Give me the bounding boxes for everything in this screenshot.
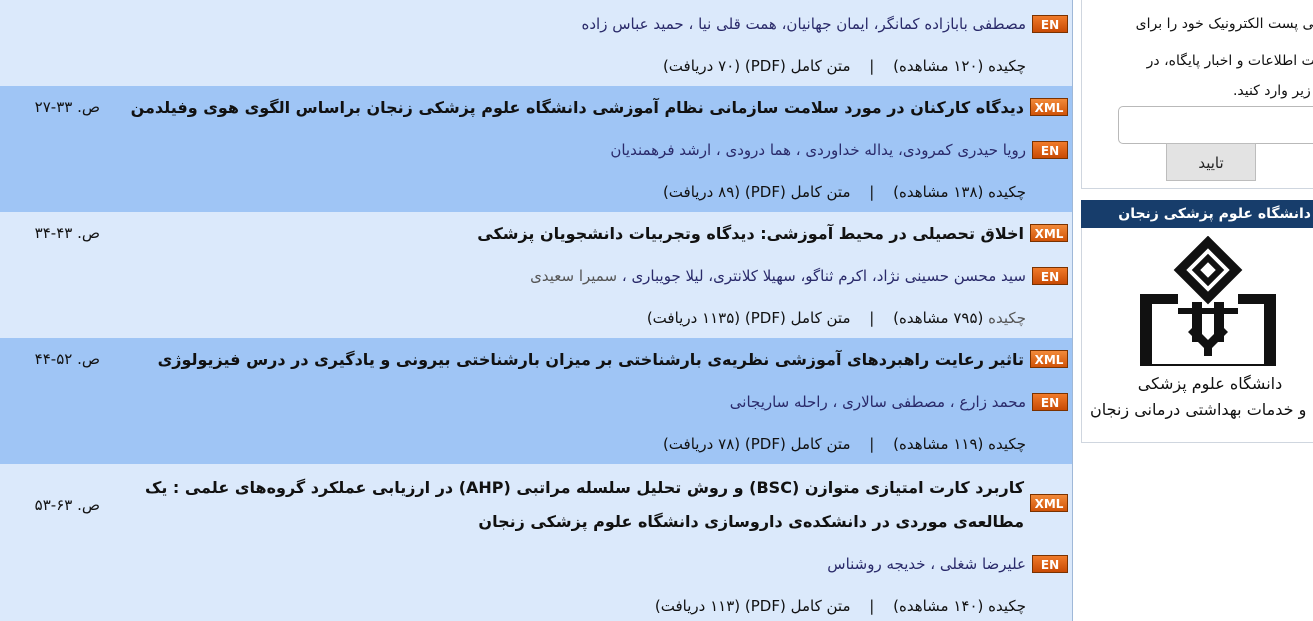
article-pages: ص. ۶۳-۵۳ [34, 496, 100, 514]
university-header-text: دانشگاه علوم پزشکی زنجان [1118, 206, 1311, 222]
column-divider [1072, 0, 1073, 621]
separator: | [869, 57, 875, 75]
newsletter-line: انی پست الکترونیک خود را برای [1135, 16, 1313, 32]
separator: | [869, 309, 875, 327]
newsletter-text: انی پست الکترونیک خود را برای فت اطلاعات… [1092, 6, 1313, 102]
downloads-count: (۷۸ دریافت) [662, 435, 741, 453]
fulltext-link[interactable]: متن کامل (PDF) [745, 183, 851, 201]
article-title[interactable]: اخلاق تحصیلی در محیط آموزشی: دیدگاه وتجر… [477, 224, 1024, 243]
article-row: XML اخلاق تحصیلی در محیط آموزشی: دیدگاه … [0, 212, 1072, 338]
article-pages: ص. ۴۳-۳۴ [34, 224, 100, 242]
university-caption: و خدمات بهداشتی درمانی زنجان [1090, 400, 1307, 419]
newsletter-line: فت اطلاعات و اخبار پایگاه، در [1146, 53, 1313, 69]
article-row: XML دیدگاه کارکنان در مورد سلامت سازمانی… [0, 86, 1072, 212]
fulltext-link[interactable]: متن کامل (PDF) [745, 309, 851, 327]
xml-badge[interactable]: XML [1030, 350, 1068, 368]
email-field[interactable] [1118, 106, 1313, 144]
en-badge[interactable]: EN [1032, 141, 1068, 159]
separator: | [869, 183, 875, 201]
downloads-count: (۸۹ دریافت) [662, 183, 741, 201]
university-header: دانشگاه علوم پزشکی زنجان [1081, 200, 1313, 228]
article-row: EN مصطفی بابازاده کمانگر، ایمان جهانیان،… [0, 0, 1072, 86]
author-names[interactable]: سید محسن حسینی نژاد، اکرم ثناگو، سهیلا ک… [622, 267, 1026, 285]
article-title[interactable]: تاثیر رعایت راهبردهای آموزشی نظریه‌ی بار… [158, 350, 1024, 369]
article-row: XML کاربرد کارت امتیازی متوازن (BSC) و ر… [0, 464, 1072, 621]
article-meta: چکیده (۷۹۵ مشاهده) | متن کامل (PDF) (۱۱۳… [647, 309, 1026, 327]
article-pages: ص. ۳۳-۲۷ [34, 98, 100, 116]
en-badge[interactable]: EN [1032, 15, 1068, 33]
article-meta: چکیده (۱۴۰ مشاهده) | متن کامل (PDF) (۱۱۳… [655, 597, 1026, 615]
university-logo[interactable] [1138, 236, 1278, 366]
views-count: (۱۱۹ مشاهده) [893, 435, 984, 453]
separator: | [869, 435, 875, 453]
article-authors[interactable]: علیرضا شغلی ، خدیجه روشناس [827, 555, 1026, 573]
article-authors[interactable]: رویا حیدری کمرودی، یداله خداوردی ، هما د… [610, 141, 1026, 159]
abstract-link[interactable]: چکیده [988, 435, 1026, 453]
en-badge[interactable]: EN [1032, 555, 1068, 573]
views-count: (۷۹۵ مشاهده) [893, 309, 984, 327]
article-meta: چکیده (۱۳۸ مشاهده) | متن کامل (PDF) (۸۹ … [663, 183, 1026, 201]
abstract-link[interactable]: چکیده [988, 309, 1026, 327]
article-meta: چکیده (۱۱۹ مشاهده) | متن کامل (PDF) (۷۸ … [663, 435, 1026, 453]
abstract-link[interactable]: چکیده [988, 183, 1026, 201]
xml-badge[interactable]: XML [1030, 224, 1068, 242]
abstract-link[interactable]: چکیده [988, 57, 1026, 75]
downloads-count: (۱۱۳۵ دریافت) [646, 309, 741, 327]
xml-badge[interactable]: XML [1030, 494, 1068, 512]
fulltext-link[interactable]: متن کامل (PDF) [745, 57, 851, 75]
article-title-continued[interactable]: مطالعه‌ی موردی در دانشکده‌ی داروسازی دان… [478, 512, 1024, 531]
en-badge[interactable]: EN [1032, 393, 1068, 411]
downloads-count: (۱۱۳ دریافت) [654, 597, 741, 615]
views-count: (۱۳۸ مشاهده) [893, 183, 984, 201]
article-row: XML تاثیر رعایت راهبردهای آموزشی نظریه‌ی… [0, 338, 1072, 464]
submit-button[interactable]: تایید [1166, 143, 1256, 181]
article-authors[interactable]: سید محسن حسینی نژاد، اکرم ثناگو، سهیلا ک… [530, 267, 1026, 285]
article-authors[interactable]: محمد زارع ، مصطفی سالاری ، راحله ساریجان… [730, 393, 1026, 411]
abstract-link[interactable]: چکیده [988, 597, 1026, 615]
downloads-count: (۷۰ دریافت) [662, 57, 741, 75]
fulltext-link[interactable]: متن کامل (PDF) [745, 597, 851, 615]
article-meta: چکیده (۱۲۰ مشاهده) | متن کامل (PDF) (۷۰ … [663, 57, 1026, 75]
views-count: (۱۲۰ مشاهده) [893, 57, 984, 75]
university-caption: دانشگاه علوم پزشکی [1137, 374, 1283, 393]
article-pages: ص. ۵۲-۴۴ [34, 350, 100, 368]
xml-badge[interactable]: XML [1030, 98, 1068, 116]
en-badge[interactable]: EN [1032, 267, 1068, 285]
article-title[interactable]: کاربرد کارت امتیازی متوازن (BSC) و روش ت… [145, 478, 1024, 497]
author-name[interactable]: سمیرا سعیدی [530, 267, 617, 285]
fulltext-link[interactable]: متن کامل (PDF) [745, 435, 851, 453]
article-title[interactable]: دیدگاه کارکنان در مورد سلامت سازمانی نظا… [131, 98, 1024, 117]
views-count: (۱۴۰ مشاهده) [893, 597, 984, 615]
separator: | [869, 597, 875, 615]
newsletter-line: ر زیر وارد کنید. [1232, 83, 1313, 99]
article-authors[interactable]: مصطفی بابازاده کمانگر، ایمان جهانیان، هم… [582, 15, 1027, 33]
